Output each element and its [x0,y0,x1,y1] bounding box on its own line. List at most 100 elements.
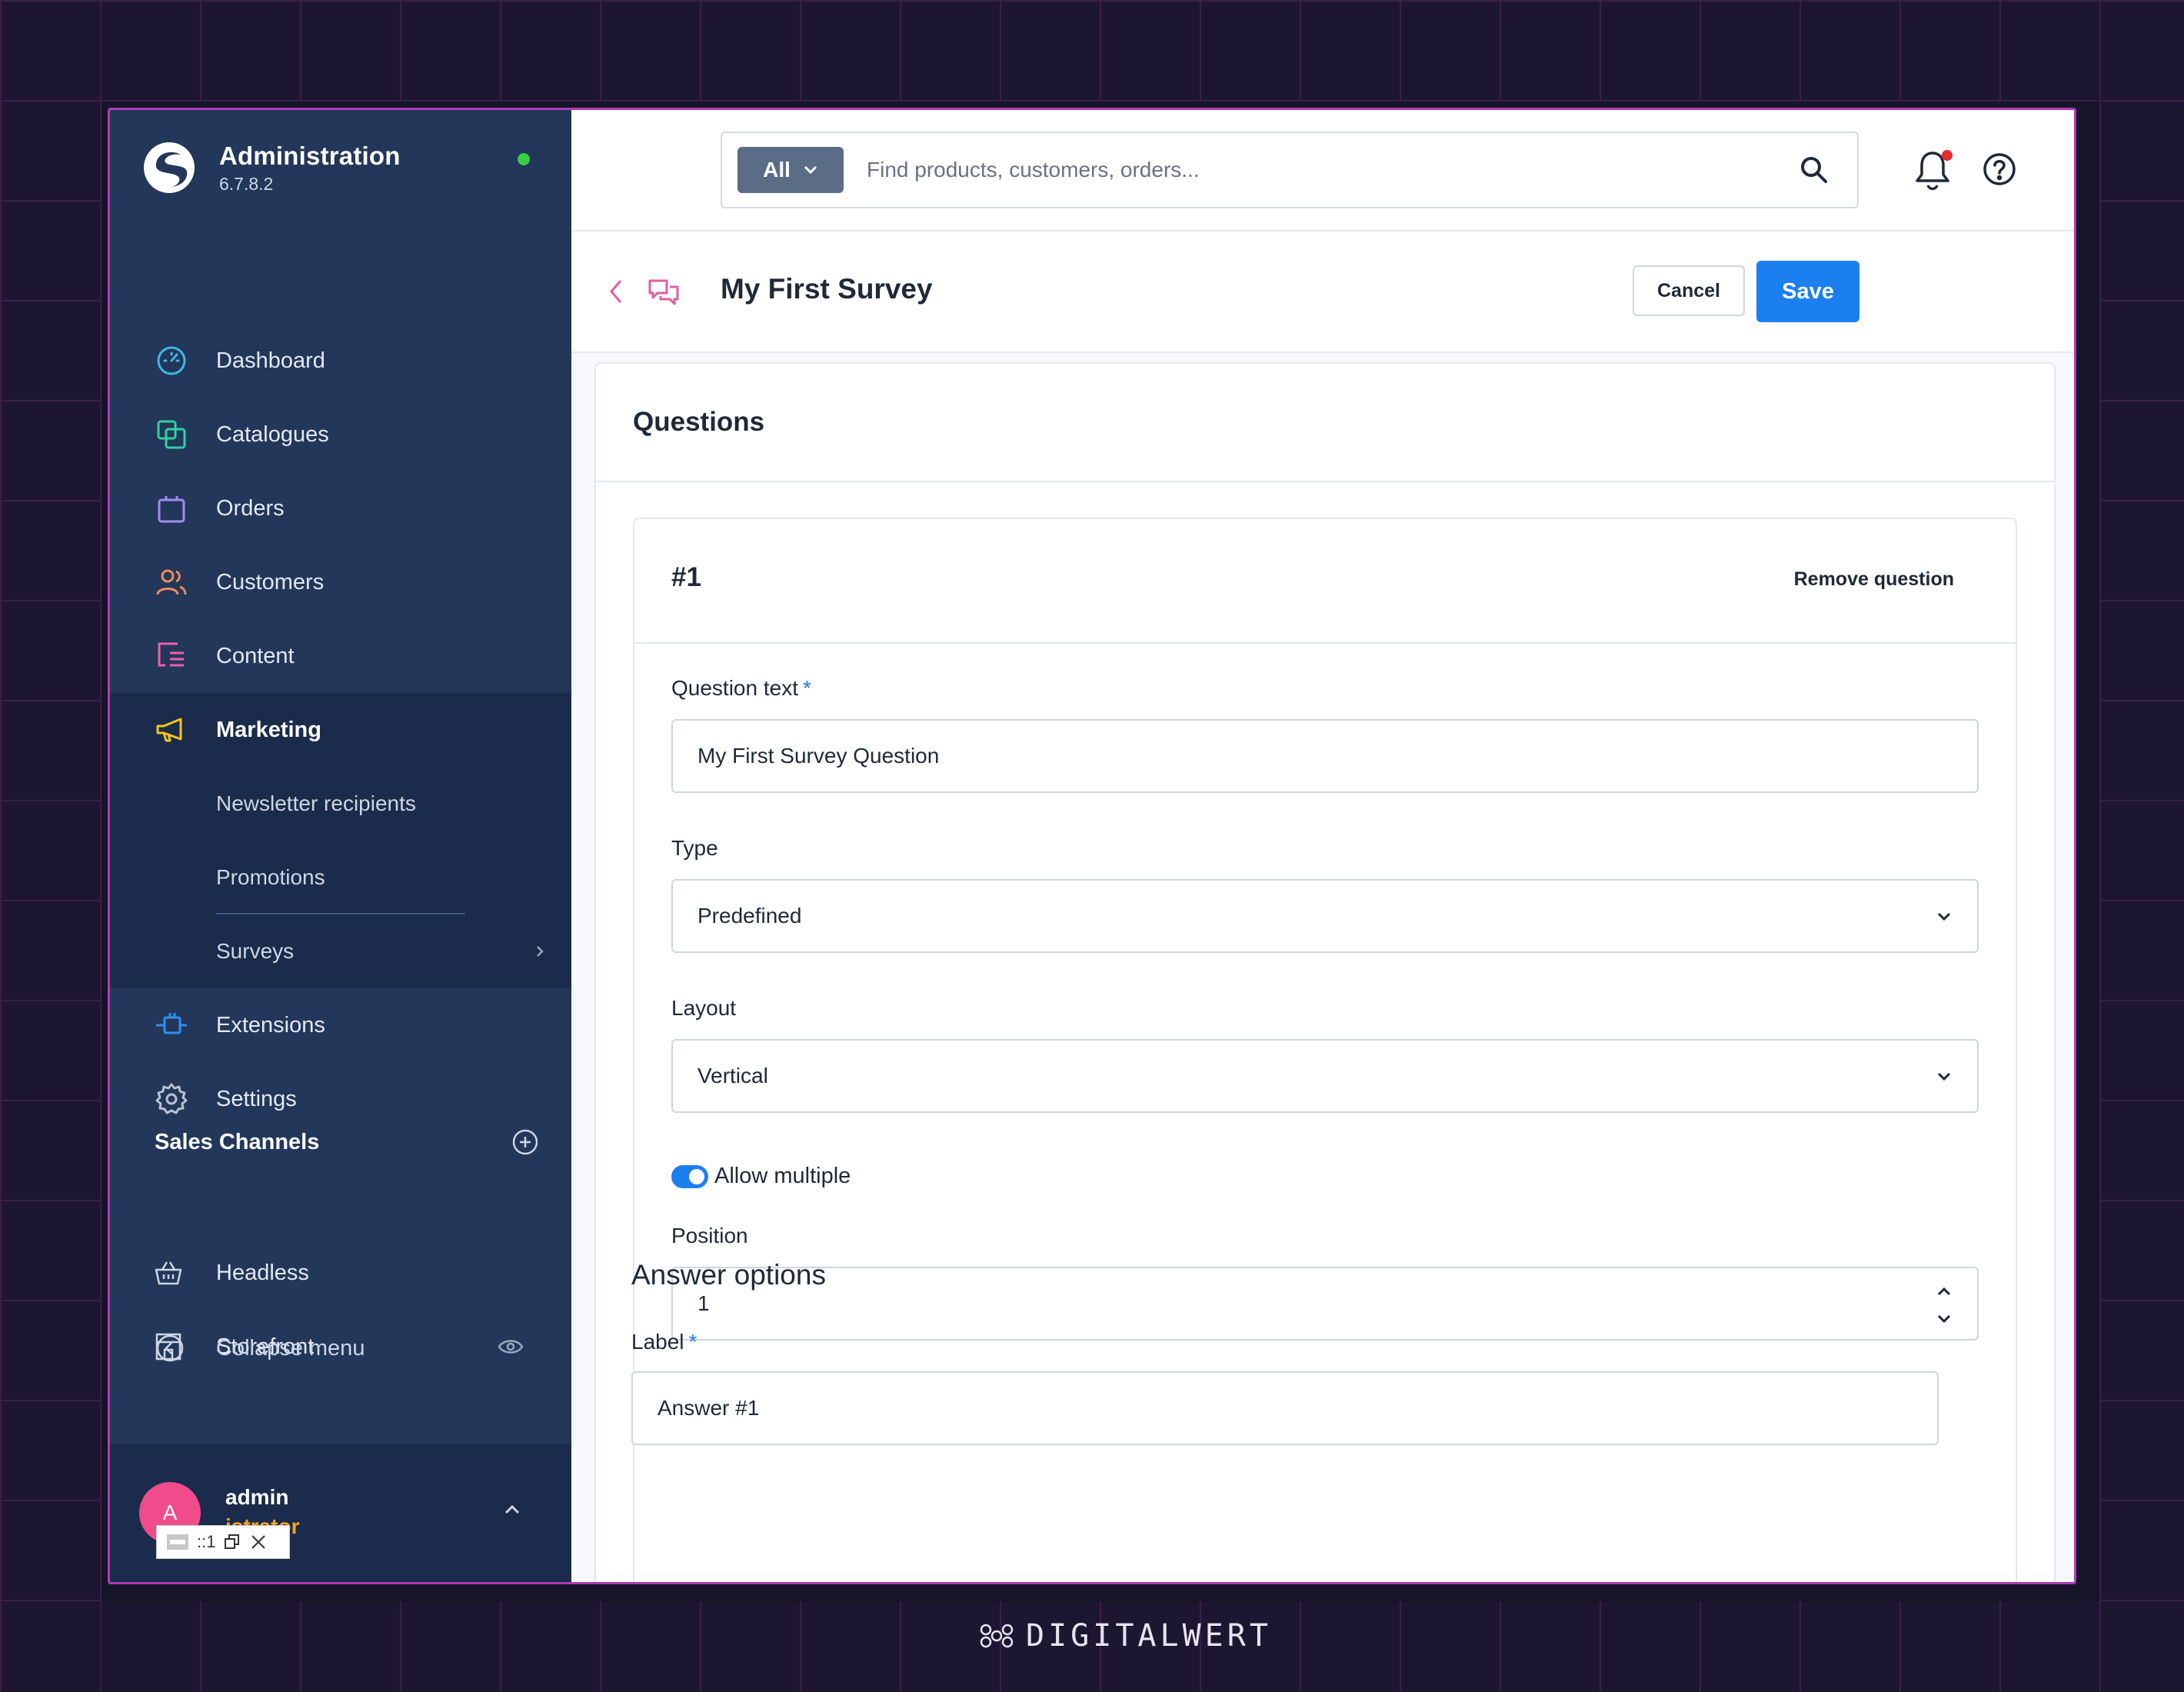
save-button[interactable]: Save [1756,261,1859,322]
main-nav: Dashboard Catalogues Orders Customers Co… [110,324,571,1136]
nav-item-dashboard[interactable]: Dashboard [110,324,571,398]
back-chevron-icon[interactable] [605,276,628,307]
allow-multiple-row: Allow multiple [671,1164,851,1189]
nav-item-content[interactable]: Content [110,619,571,693]
brand-title: Administration [219,141,401,170]
eye-icon[interactable] [498,1336,524,1357]
catalogues-icon [155,418,188,451]
chat-bubbles-icon [648,279,679,305]
position-label: Position [671,1224,748,1247]
question-card-header: #1 Remove question [634,519,2016,644]
notification-dot [1942,150,1953,161]
image-icon [167,1534,188,1550]
number-stepper-icon[interactable] [1934,1282,1954,1328]
content-icon [155,639,188,673]
questions-title: Questions [633,407,765,437]
nav-label: Marketing [216,717,321,742]
chevron-down-icon [1937,912,1951,921]
nav-sublabel: Promotions [216,865,325,889]
extensions-icon [155,1008,188,1042]
answer-label: Label * [631,1330,697,1354]
search-scope-dropdown[interactable]: All [737,147,844,193]
footer-brand: DIGITALWERT [978,1618,1272,1654]
marketing-group: Marketing Newsletter recipients Promotio… [110,693,571,988]
allow-multiple-toggle[interactable] [671,1164,708,1188]
chevron-right-icon [537,946,544,957]
collapse-menu-button[interactable]: Collapse menu [155,1333,365,1364]
chevron-up-icon[interactable] [502,1502,522,1517]
type-select[interactable]: Predefined [671,879,1979,953]
answer-label-input[interactable]: Answer #1 [631,1371,1939,1445]
online-status-dot [518,153,530,165]
nav-label: Customers [216,569,325,595]
sales-channels-title: Sales Channels [155,1129,320,1154]
nav-sublabel: Newsletter recipients [216,791,416,815]
sales-channels-header: Sales Channels [155,1128,539,1156]
type-select-value: Predefined [697,904,802,928]
nav-sublabel: Surveys [216,939,295,963]
digitalwert-logo-icon [980,1624,1014,1648]
nav-label: Orders [216,495,285,521]
nav-item-settings[interactable]: Settings [110,1062,571,1136]
brand-version: 6.7.8.2 [219,173,274,194]
sidebar: Administration 6.7.8.2 Dashboard Catalog… [110,110,571,1582]
position-value: 1 [697,1291,710,1315]
user-menu[interactable]: A admin istrator ::1 [110,1444,571,1582]
type-label: Type [671,836,718,860]
required-mark: * [802,676,811,700]
nav-label: Dashboard [216,348,325,373]
page-title: My First Survey [721,273,933,305]
main-content: All My First Survey Cancel Save Question… [571,110,2074,1582]
cancel-button[interactable]: Cancel [1633,265,1745,316]
nav-label: Content [216,643,295,668]
mini-toolbar-text: ::1 [197,1532,216,1551]
layout-select-value: Vertical [697,1064,768,1087]
answer-options-title: Answer options [631,1259,826,1291]
close-icon[interactable] [249,1533,268,1551]
nav-subitem-surveys[interactable]: Surveys [110,914,571,988]
nav-item-catalogues[interactable]: Catalogues [110,398,571,471]
help-icon[interactable] [1982,152,2017,187]
floating-mini-toolbar[interactable]: ::1 [156,1525,290,1559]
sales-channel-label: Headless [216,1260,309,1285]
label-text: Label [631,1330,684,1354]
nav-item-orders[interactable]: Orders [110,471,571,545]
shopping-bag-icon [155,491,188,525]
admin-window: Administration 6.7.8.2 Dashboard Catalog… [108,108,2076,1584]
brand[interactable]: Administration 6.7.8.2 [142,141,401,195]
footer-brand-text: DIGITALWERT [1026,1618,1272,1654]
top-bar: All [571,110,2074,231]
question-text-label: Question text * [671,676,811,701]
layout-select[interactable]: Vertical [671,1039,1979,1113]
megaphone-icon [155,713,188,747]
nav-item-marketing[interactable]: Marketing [110,693,571,767]
collapse-icon [156,1334,184,1362]
basket-icon [155,1261,182,1285]
page-header: My First Survey Cancel Save [571,231,2074,353]
search-scope-label: All [763,158,791,182]
question-text-input[interactable]: My First Survey Question [671,719,1979,793]
add-sales-channel-icon[interactable] [511,1128,539,1156]
nav-item-extensions[interactable]: Extensions [110,988,571,1062]
chevron-down-icon [1937,1072,1951,1081]
restore-window-icon[interactable] [223,1533,241,1551]
nav-subitem-newsletter[interactable]: Newsletter recipients [110,767,571,841]
search-icon[interactable] [1799,155,1829,185]
remove-question-button[interactable]: Remove question [1794,568,1954,591]
search-input[interactable] [867,158,1789,182]
position-input[interactable]: 1 [671,1267,1979,1341]
layout-label: Layout [671,996,737,1020]
sales-channel-headless[interactable]: Headless [153,1257,538,1288]
allow-multiple-label: Allow multiple [714,1164,851,1188]
gear-icon [155,1082,188,1116]
dashboard-icon [155,344,188,378]
required-mark: * [688,1330,697,1354]
user-name: admin [225,1485,289,1509]
shopware-logo-icon [144,142,195,193]
label-text: Question text [671,676,798,700]
nav-label: Catalogues [216,421,329,447]
questions-card-header: Questions [596,364,2054,482]
nav-label: Settings [216,1086,297,1111]
nav-item-customers[interactable]: Customers [110,545,571,619]
nav-subitem-promotions[interactable]: Promotions [110,841,571,914]
